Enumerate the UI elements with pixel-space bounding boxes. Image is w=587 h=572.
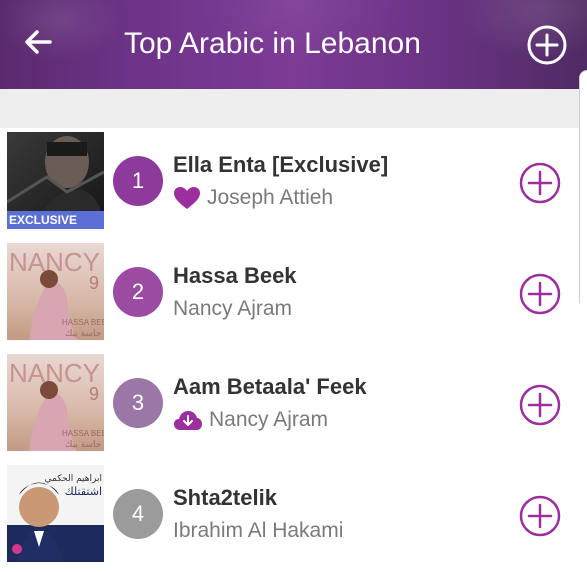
track-artist: Nancy Ajram bbox=[173, 297, 293, 320]
album-subtitle: HASSA BEEK bbox=[62, 318, 104, 327]
track-artist: Nancy Ajram bbox=[209, 408, 329, 431]
artist-line: Nancy Ajram bbox=[173, 406, 328, 434]
album-art: ابراهيم الحكمي اشتقتلك bbox=[7, 465, 104, 562]
screen-edge bbox=[579, 70, 587, 303]
add-track-button[interactable] bbox=[519, 162, 561, 204]
album-art-image: NANCY 9 HASSA BEEK حاسة بيك bbox=[7, 243, 104, 340]
album-number: 9 bbox=[89, 384, 99, 404]
track-row[interactable]: NANCY 9 HASSA BEEK حاسة بيك 2 Hassa Beek… bbox=[0, 239, 580, 350]
album-title-arabic: اشتقتلك bbox=[65, 485, 102, 498]
track-title: Aam Betaala' Feek bbox=[173, 374, 367, 399]
track-row[interactable]: ابراهيم الحكمي اشتقتلك 4 Shta2telik Ibra… bbox=[0, 461, 580, 572]
album-arabic-title: حاسة بيك bbox=[65, 329, 101, 339]
artist-line: Ibrahim Al Hakami bbox=[173, 517, 343, 545]
artist-line: Joseph Attieh bbox=[173, 184, 333, 212]
rank-badge: 4 bbox=[113, 489, 163, 539]
track-artist: Ibrahim Al Hakami bbox=[173, 519, 344, 542]
album-art: EXCLUSIVE bbox=[7, 132, 104, 229]
track-title: Shta2telik bbox=[173, 485, 277, 510]
album-art: NANCY 9 HASSA BEEK حاسة بيك bbox=[7, 354, 104, 451]
app-header: Top Arabic in Lebanon bbox=[0, 0, 587, 89]
track-artist: Joseph Attieh bbox=[207, 186, 334, 209]
back-button[interactable] bbox=[18, 22, 58, 62]
heart-icon bbox=[174, 187, 200, 209]
rank-badge: 1 bbox=[113, 156, 163, 206]
album-arabic-title: حاسة بيك bbox=[65, 440, 101, 450]
add-playlist-button[interactable] bbox=[526, 24, 568, 66]
album-art: NANCY 9 HASSA BEEK حاسة بيك bbox=[7, 243, 104, 340]
album-art-image: NANCY 9 HASSA BEEK حاسة بيك bbox=[7, 354, 104, 451]
album-number: 9 bbox=[89, 273, 99, 293]
arrow-left-icon bbox=[25, 30, 52, 54]
album-subtitle: HASSA BEEK bbox=[62, 429, 104, 438]
track-row[interactable]: NANCY 9 HASSA BEEK حاسة بيك 3 Aam Betaal… bbox=[0, 350, 580, 461]
track-row[interactable]: EXCLUSIVE 1 Ella Enta [Exclusive] Joseph… bbox=[0, 128, 580, 239]
add-track-button[interactable] bbox=[519, 273, 561, 315]
exclusive-badge: EXCLUSIVE bbox=[7, 211, 104, 229]
add-track-button[interactable] bbox=[519, 495, 561, 537]
track-title: Hassa Beek bbox=[173, 263, 297, 288]
album-artist-arabic: ابراهيم الحكمي bbox=[44, 474, 102, 484]
track-title: Ella Enta [Exclusive] bbox=[173, 152, 389, 177]
page-title: Top Arabic in Lebanon bbox=[124, 27, 421, 60]
add-track-button[interactable] bbox=[519, 384, 561, 426]
album-art-image: ابراهيم الحكمي اشتقتلك bbox=[7, 465, 104, 562]
rank-badge: 3 bbox=[113, 378, 163, 428]
cloud-download-icon bbox=[174, 411, 202, 430]
track-list: EXCLUSIVE 1 Ella Enta [Exclusive] Joseph… bbox=[0, 128, 580, 572]
rank-badge: 2 bbox=[113, 267, 163, 317]
header-divider-bar bbox=[0, 89, 587, 128]
artist-line: Nancy Ajram bbox=[173, 295, 292, 323]
